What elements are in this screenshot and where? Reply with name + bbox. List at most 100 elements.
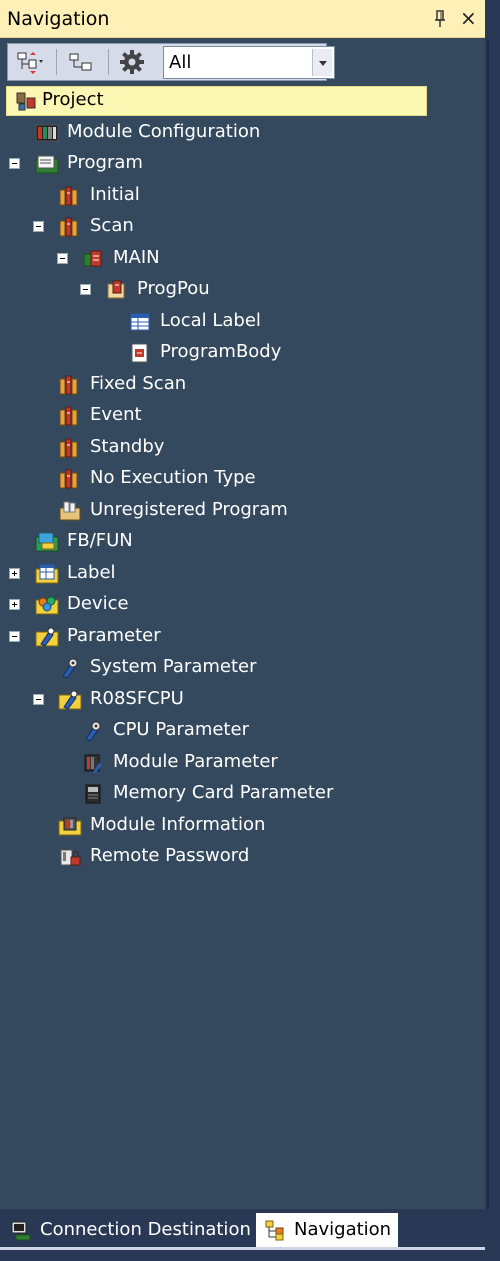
tree-item-system-parameter[interactable]: System Parameter <box>0 653 485 683</box>
tree-item-event[interactable]: Event <box>0 401 485 431</box>
tree-item-program[interactable]: Program <box>0 149 485 179</box>
memory-card-icon <box>85 784 101 804</box>
remote-password-icon <box>60 849 81 866</box>
tree-item-memory-card-parameter[interactable]: Memory Card Parameter <box>0 779 485 809</box>
tree-item-label: Memory Card Parameter <box>113 782 334 803</box>
device-folder-icon <box>35 596 59 615</box>
tree-item-main[interactable]: MAIN <box>0 244 485 274</box>
parameter-icon <box>62 658 78 679</box>
collapse-toggle[interactable] <box>80 284 91 295</box>
tree-item-label: Module Information <box>90 813 266 835</box>
tree-item-label-folder[interactable]: Label <box>0 559 485 589</box>
navigation-title-bar: Navigation × <box>0 0 485 38</box>
tree-expand-icon <box>17 52 43 74</box>
tree-item-module-parameter[interactable]: Module Parameter <box>0 748 485 778</box>
program-type-icon <box>59 375 78 394</box>
tree-item-programbody[interactable]: ProgramBody <box>0 338 485 368</box>
cpu-folder-icon <box>58 690 82 710</box>
project-view-button[interactable] <box>62 47 98 77</box>
expand-collapse-button[interactable] <box>12 47 48 77</box>
tree-item-standby[interactable]: Standby <box>0 433 485 463</box>
tree-item-fixed-scan[interactable]: Fixed Scan <box>0 370 485 400</box>
connection-destination-icon <box>11 1221 31 1241</box>
tree-item-module-configuration[interactable]: Module Configuration <box>0 118 485 148</box>
tab-bar-underline <box>0 1247 485 1250</box>
unregistered-program-icon <box>59 501 81 520</box>
tree-item-label: Project <box>42 89 104 110</box>
window-title: Navigation <box>7 8 110 30</box>
program-file-icon <box>83 250 102 266</box>
filter-dropdown[interactable]: All <box>163 46 335 79</box>
tree-item-label: Program <box>67 152 143 173</box>
tree-item-initial[interactable]: Initial <box>0 181 485 211</box>
program-type-icon <box>59 469 78 489</box>
fb-fun-folder-icon <box>35 532 59 552</box>
project-icon <box>16 92 36 111</box>
tree-item-no-execution-type[interactable]: No Execution Type <box>0 464 485 494</box>
program-body-icon <box>131 343 148 363</box>
tree-item-label: ProgramBody <box>160 341 282 362</box>
tree-item-r08sfcpu[interactable]: R08SFCPU <box>0 685 485 715</box>
navigation-tree-icon <box>265 1220 284 1241</box>
tree-item-label: Standby <box>90 435 165 457</box>
toolbar-separator <box>108 49 109 75</box>
program-type-icon <box>59 406 78 426</box>
tree-item-progpou[interactable]: ProgPou <box>0 275 485 305</box>
module-configuration-icon <box>35 124 59 141</box>
collapse-toggle[interactable] <box>9 630 20 642</box>
collapse-toggle[interactable] <box>9 158 20 169</box>
tab-label: Navigation <box>294 1219 392 1240</box>
gear-icon <box>120 50 144 74</box>
tree-item-parameter[interactable]: Parameter <box>0 622 485 652</box>
panel-tab-bar: Connection Destination Navigation <box>0 1209 485 1261</box>
tab-navigation[interactable]: Navigation <box>256 1213 398 1247</box>
parameter-icon <box>85 721 101 742</box>
tab-label: Connection Destination <box>40 1219 251 1240</box>
tree-item-label: ProgPou <box>137 278 210 299</box>
tree-item-label: Local Label <box>160 309 261 331</box>
pin-icon[interactable] <box>433 9 447 29</box>
expand-toggle[interactable] <box>9 599 20 610</box>
chevron-down-icon[interactable] <box>312 49 332 76</box>
tree-item-label: FB/FUN <box>67 530 133 551</box>
tab-connection-destination[interactable]: Connection Destination <box>4 1213 254 1247</box>
toolbar-separator <box>56 49 57 75</box>
tree-item-cpu-parameter[interactable]: CPU Parameter <box>0 716 485 746</box>
divider <box>487 40 489 1210</box>
tree-item-fb-fun[interactable]: FB/FUN <box>0 527 485 557</box>
collapse-toggle[interactable] <box>57 252 68 264</box>
pou-icon <box>107 280 125 299</box>
parameter-folder-icon <box>35 627 59 647</box>
tree-item-label: Fixed Scan <box>90 372 187 394</box>
tree-item-device[interactable]: Device <box>0 590 485 620</box>
tree-item-label: Module Parameter <box>113 750 278 772</box>
expand-toggle[interactable] <box>9 567 20 579</box>
close-icon[interactable]: × <box>460 6 477 30</box>
tree-item-module-information[interactable]: Module Information <box>0 811 485 841</box>
tree-item-local-label[interactable]: Local Label <box>0 307 485 337</box>
module-parameter-icon <box>84 754 102 773</box>
label-folder-icon <box>35 564 59 583</box>
tree-item-scan[interactable]: Scan <box>0 212 485 242</box>
program-type-icon <box>59 438 78 457</box>
tree-item-project[interactable]: Project <box>0 86 485 116</box>
module-information-icon <box>58 817 82 835</box>
tree-item-label: Parameter <box>67 624 161 646</box>
tree-item-label: System Parameter <box>90 656 257 677</box>
label-table-icon <box>130 313 150 330</box>
tree-item-label: Initial <box>90 183 140 205</box>
tree-item-label: Device <box>67 593 129 614</box>
collapse-toggle[interactable] <box>33 693 44 705</box>
tree-item-label: R08SFCPU <box>90 687 184 709</box>
tree-item-label: Unregistered Program <box>90 498 288 520</box>
settings-button[interactable] <box>114 47 150 77</box>
tree-item-label: MAIN <box>113 246 160 268</box>
tree-item-remote-password[interactable]: Remote Password <box>0 842 485 872</box>
tree-item-label: Scan <box>90 215 134 236</box>
tree-item-label: Remote Password <box>90 845 250 866</box>
tree-item-unregistered-program[interactable]: Unregistered Program <box>0 496 485 526</box>
collapse-toggle[interactable] <box>33 221 44 232</box>
tree-item-label: Event <box>90 404 142 425</box>
program-folder-icon <box>35 155 59 174</box>
tree-item-label: CPU Parameter <box>113 719 249 740</box>
